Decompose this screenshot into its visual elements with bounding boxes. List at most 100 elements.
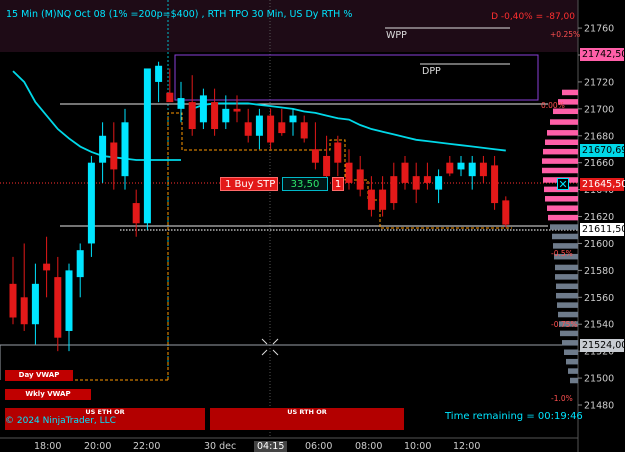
profile-bar-low	[570, 377, 578, 384]
y-tick-label: 21660	[584, 158, 614, 169]
y-tick-label: 21480	[584, 401, 614, 412]
candle-body	[323, 155, 331, 177]
candle-body	[255, 115, 263, 136]
close-order-icon[interactable]: ✕	[557, 178, 569, 190]
order-qty-button[interactable]: 1	[332, 177, 344, 191]
y-tick-label: 21700	[584, 104, 614, 115]
candle-body	[468, 162, 476, 177]
pct-label-minus1: -1.0%	[551, 394, 573, 403]
candle-body	[311, 149, 319, 163]
y-tick-label: 21600	[584, 239, 614, 250]
candle-body	[502, 200, 510, 225]
profile-bar	[548, 214, 578, 221]
candle-body	[289, 115, 297, 123]
candle-body	[334, 142, 342, 163]
y-axis-ticks: 2176021740217202170021680216602164021620…	[578, 24, 614, 412]
top-band	[0, 0, 578, 52]
x-label: 18:00	[34, 441, 62, 452]
candle-body	[457, 162, 465, 170]
profile-bar-low	[555, 274, 578, 280]
candle-body	[278, 122, 286, 134]
candle-body	[76, 250, 84, 278]
candle-body	[390, 176, 398, 204]
pct-label-minus05: -0.5%	[551, 249, 573, 258]
x-label: 08:00	[355, 441, 383, 452]
x-label-current: 04:15	[254, 441, 288, 452]
x-label: 30 dec	[204, 441, 237, 452]
profile-bar-low	[568, 368, 578, 374]
price-tag-pink: 21742,50	[580, 48, 625, 61]
candle-body	[188, 102, 196, 130]
profile-bar-low	[552, 233, 578, 240]
x-label: 10:00	[404, 441, 432, 452]
candle-body	[267, 115, 275, 143]
candle-up	[143, 68, 151, 230]
copyright-text: © 2024 NinjaTrader, LLC	[5, 416, 116, 426]
profile-bar	[545, 196, 578, 202]
candle-body	[177, 98, 185, 109]
price-tag-cyan: 21670,69	[580, 144, 625, 157]
candle-body	[31, 283, 39, 325]
order-price-field[interactable]: 33,50	[282, 177, 328, 191]
candle-body	[479, 162, 487, 177]
profile-bar	[542, 167, 578, 174]
y-tick-label: 21560	[584, 293, 614, 304]
profile-bar-low	[556, 292, 578, 299]
candle-body	[491, 165, 499, 204]
profile-bar-low	[553, 243, 578, 249]
candle-body	[244, 122, 252, 136]
profile-bar-low	[550, 224, 578, 230]
candle-body	[412, 176, 420, 190]
x-label: 12:00	[453, 441, 481, 452]
profile-bar-low	[564, 349, 578, 355]
candle-body	[121, 122, 129, 177]
pct-label-minus075: -0.75%	[551, 320, 578, 329]
profile-bar-low	[560, 330, 578, 337]
candle-down	[502, 196, 510, 228]
candle-body	[367, 189, 375, 210]
profile-bar	[542, 158, 578, 164]
profile-bar-low	[557, 302, 578, 308]
candle-body	[132, 203, 140, 224]
pct-label-zero: 0.00%	[541, 101, 565, 110]
y-tick-label: 21620	[584, 212, 614, 223]
profile-bar	[550, 119, 578, 125]
order-type-button[interactable]: 1 Buy STP	[220, 177, 278, 191]
candle-body	[222, 108, 230, 123]
profile-bar-low	[558, 311, 578, 318]
candle-body	[345, 162, 353, 183]
profile-bar-low	[556, 283, 578, 290]
candle-body	[401, 162, 409, 183]
wpp-label: WPP	[386, 30, 407, 41]
x-label: 06:00	[305, 441, 333, 452]
candle-body	[65, 270, 73, 331]
candle-body	[300, 122, 308, 139]
y-tick-label: 21720	[584, 77, 614, 88]
profile-bar-low	[555, 264, 578, 271]
candle-body	[43, 263, 51, 271]
candle-body	[166, 92, 174, 103]
y-tick-label: 21760	[584, 24, 614, 35]
chart-title: 15 Min (M)NQ Oct 08 (1% =200p=$400) , RT…	[6, 9, 353, 20]
y-tick-label: 21540	[584, 320, 614, 331]
candle-body	[233, 108, 241, 112]
candle-body	[199, 95, 207, 123]
y-tick-label: 21500	[584, 374, 614, 385]
candle-body	[379, 189, 387, 210]
price-chart[interactable]: 2176021740217202170021680216602164021620…	[0, 0, 625, 452]
candle-body	[20, 297, 28, 325]
candle-body	[155, 65, 163, 82]
price-tag-gray: 21524,00	[580, 339, 625, 352]
price-tag-white: 21611,50	[580, 223, 625, 236]
wkly-vwap-label: Wkly VWAP	[5, 389, 91, 400]
candle-body	[9, 283, 17, 318]
profile-bar	[547, 130, 578, 136]
candle-body	[110, 142, 118, 170]
candle-up	[87, 155, 95, 257]
candle-body	[87, 162, 95, 244]
candle-body	[143, 68, 151, 224]
y-tick-label: 21680	[584, 131, 614, 142]
candle-body	[446, 162, 454, 174]
y-tick-label: 21580	[584, 266, 614, 277]
day-vwap-label: Day VWAP	[5, 370, 73, 381]
